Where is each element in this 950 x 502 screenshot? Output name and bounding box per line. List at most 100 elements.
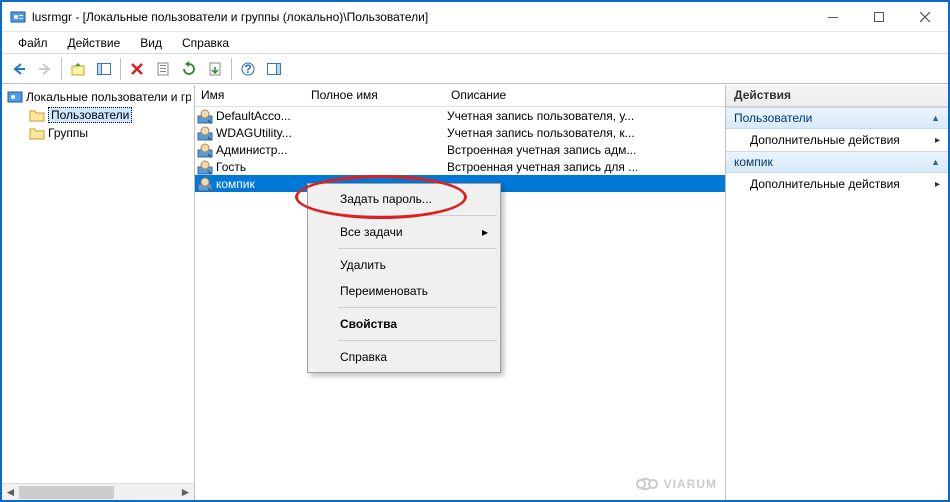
scroll-thumb[interactable]: [19, 486, 114, 499]
list-pane: Имя Полное имя Описание DefaultAcco... Уч…: [195, 85, 726, 500]
collapse-arrow-icon: ▲: [931, 113, 940, 123]
user-icon: [197, 142, 213, 158]
context-menu-separator: [338, 248, 497, 249]
context-menu-item[interactable]: Удалить: [310, 252, 498, 278]
context-menu-item[interactable]: Справка: [310, 344, 498, 370]
scroll-left-button[interactable]: ◄: [2, 484, 19, 501]
toolbar-separator: [231, 58, 232, 80]
tree-horizontal-scrollbar[interactable]: ◄ ►: [2, 483, 194, 500]
user-icon: [197, 108, 213, 124]
column-fullname[interactable]: Полное имя: [305, 85, 445, 106]
app-window: lusrmgr - [Локальные пользователи и груп…: [0, 0, 950, 502]
list-body: DefaultAcco... Учетная запись пользовател…: [195, 107, 725, 192]
scroll-right-button[interactable]: ►: [177, 484, 194, 501]
svg-text:?: ?: [244, 62, 251, 76]
actions-header: Действия: [726, 85, 948, 107]
tree-root-label: Локальные пользователи и гру: [26, 90, 191, 104]
actions-item[interactable]: Дополнительные действия ▸: [726, 173, 948, 195]
tree-pane: Локальные пользователи и гру Пользовател…: [2, 85, 195, 500]
column-description[interactable]: Описание: [445, 85, 725, 106]
content-area: Локальные пользователи и гру Пользовател…: [2, 84, 948, 500]
user-row[interactable]: Гость Встроенная учетная запись для ...: [195, 158, 725, 175]
menu-action[interactable]: Действие: [58, 34, 131, 52]
watermark: VIARUM: [631, 474, 717, 494]
column-name[interactable]: Имя: [195, 85, 305, 106]
row-name-text: компик: [216, 177, 255, 191]
menu-view[interactable]: Вид: [130, 34, 172, 52]
submenu-arrow-icon: ▸: [935, 179, 940, 190]
context-menu-item[interactable]: Свойства: [310, 311, 498, 337]
cell-description: Встроенная учетная запись адм...: [445, 143, 725, 157]
toolbar-separator: [120, 58, 121, 80]
show-hide-actions-button[interactable]: [262, 57, 286, 81]
submenu-arrow-icon: ▸: [935, 135, 940, 146]
list-header: Имя Полное имя Описание: [195, 85, 725, 107]
export-button[interactable]: [203, 57, 227, 81]
context-menu-item[interactable]: Все задачи▸: [310, 219, 498, 245]
user-icon: [197, 159, 213, 175]
help-button[interactable]: ?: [236, 57, 260, 81]
show-hide-tree-button[interactable]: [92, 57, 116, 81]
user-row[interactable]: WDAGUtility... Учетная запись пользовател…: [195, 124, 725, 141]
forward-button[interactable]: [33, 57, 57, 81]
app-icon: [10, 9, 26, 25]
menubar: Файл Действие Вид Справка: [2, 32, 948, 54]
row-name-text: Администр...: [216, 143, 287, 157]
row-name-text: WDAGUtility...: [216, 126, 292, 140]
actions-item[interactable]: Дополнительные действия ▸: [726, 129, 948, 151]
context-menu: Задать пароль... Все задачи▸ УдалитьПереим…: [307, 183, 501, 373]
folder-icon: [29, 107, 45, 123]
context-menu-separator: [338, 307, 497, 308]
cell-name: компик: [195, 176, 305, 192]
maximize-button[interactable]: [856, 2, 902, 31]
refresh-button[interactable]: [177, 57, 201, 81]
menu-file[interactable]: Файл: [8, 34, 58, 52]
tree-item-users[interactable]: Пользователи: [5, 106, 191, 124]
toolbar-separator: [61, 58, 62, 80]
properties-button[interactable]: [151, 57, 175, 81]
delete-button[interactable]: [125, 57, 149, 81]
tree-item-groups[interactable]: Группы: [5, 124, 191, 142]
toolbar: ?: [2, 54, 948, 84]
folder-icon: [29, 125, 45, 141]
minimize-button[interactable]: [810, 2, 856, 31]
window-title: lusrmgr - [Локальные пользователи и груп…: [32, 10, 810, 24]
cell-name: Гость: [195, 159, 305, 175]
up-button[interactable]: [66, 57, 90, 81]
row-name-text: Гость: [216, 160, 246, 174]
actions-item-label: Дополнительные действия: [750, 133, 900, 147]
titlebar: lusrmgr - [Локальные пользователи и груп…: [2, 2, 948, 32]
cell-name: Администр...: [195, 142, 305, 158]
submenu-arrow-icon: ▸: [482, 225, 488, 239]
user-row[interactable]: Администр... Встроенная учетная запись ад…: [195, 141, 725, 158]
cell-description: Встроенная учетная запись для ...: [445, 160, 725, 174]
tree-item-label: Группы: [48, 126, 88, 140]
actions-group-label: компик: [734, 155, 773, 169]
cell-name: WDAGUtility...: [195, 125, 305, 141]
watermark-text: VIARUM: [664, 477, 717, 491]
cell-name: DefaultAcco...: [195, 108, 305, 124]
watermark-icon: [631, 474, 659, 494]
user-icon: [197, 176, 213, 192]
lusrmgr-icon: [7, 89, 23, 105]
tree-item-label: Пользователи: [48, 107, 132, 123]
user-row[interactable]: DefaultAcco...Учетная запись пользовател…: [195, 107, 725, 124]
actions-body: Пользователи▲ Дополнительные действия ▸ ком…: [726, 107, 948, 195]
back-button[interactable]: [7, 57, 31, 81]
actions-pane: Действия Пользователи▲Дополнительные дей…: [726, 85, 948, 500]
context-menu-separator: [338, 340, 497, 341]
row-name-text: DefaultAcco...: [216, 109, 291, 123]
user-icon: [197, 125, 213, 141]
actions-group-title[interactable]: Пользователи▲: [726, 107, 948, 129]
close-button[interactable]: [902, 2, 948, 31]
actions-item-label: Дополнительные действия: [750, 177, 900, 191]
tree-root[interactable]: Локальные пользователи и гру: [5, 88, 191, 106]
scroll-track[interactable]: [19, 484, 177, 500]
context-menu-item[interactable]: Задать пароль...: [310, 186, 498, 212]
cell-description: Учетная запись пользователя, к...: [445, 126, 725, 140]
context-menu-separator: [338, 215, 497, 216]
menu-help[interactable]: Справка: [172, 34, 239, 52]
collapse-arrow-icon: ▲: [931, 157, 940, 167]
context-menu-item[interactable]: Переименовать: [310, 278, 498, 304]
actions-group-title[interactable]: компик ▲: [726, 151, 948, 173]
